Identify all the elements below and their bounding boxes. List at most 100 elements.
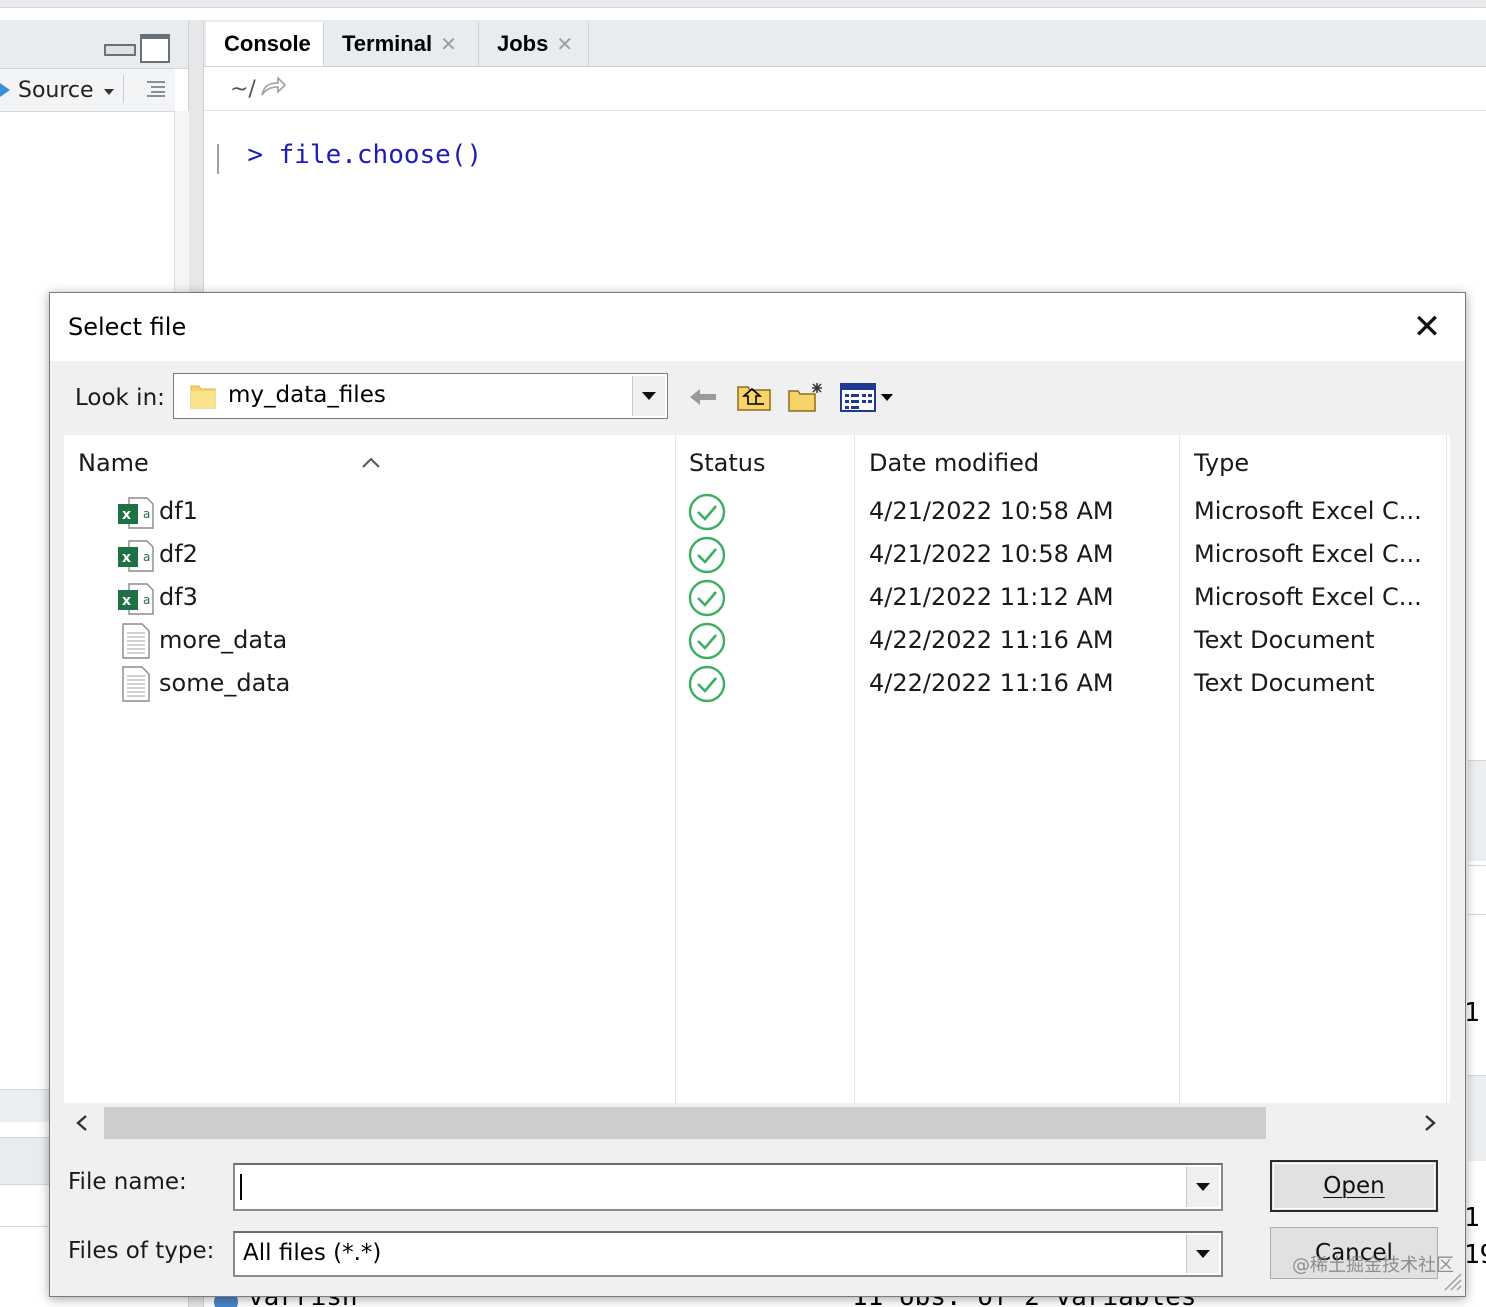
sync-status-ok-icon — [687, 664, 727, 709]
files-of-type-select[interactable]: All files (*.*) — [233, 1231, 1223, 1277]
minimize-pane-icon[interactable] — [104, 44, 136, 56]
sync-status-ok-icon — [687, 535, 727, 580]
sync-status-ok-icon — [687, 621, 727, 666]
look-in-combo[interactable]: my_data_files — [173, 373, 668, 419]
column-header-name[interactable]: Name — [64, 435, 675, 491]
maximize-pane-icon[interactable] — [140, 34, 170, 63]
console-command: file.choose() — [278, 140, 483, 170]
source-arrow-icon — [0, 83, 10, 97]
console-path: ~/ — [230, 77, 256, 102]
view-menu-icon[interactable] — [838, 377, 898, 417]
horizontal-scrollbar[interactable] — [64, 1105, 1450, 1141]
file-row[interactable]: ax df2 4/21/2022 10:58 AM Microsoft Exce… — [64, 534, 1446, 577]
open-button[interactable]: Open — [1270, 1160, 1438, 1212]
up-folder-icon[interactable] — [734, 377, 774, 417]
close-icon[interactable]: ✕ — [1405, 307, 1449, 347]
file-type: Microsoft Excel C... — [1194, 540, 1422, 568]
toolbar-divider — [123, 75, 124, 103]
file-name-label: File name: — [68, 1169, 187, 1195]
column-header-label: Name — [78, 449, 149, 477]
top-strip — [0, 0, 1486, 8]
tab-console[interactable]: Console — [206, 22, 324, 66]
file-date-modified: 4/22/2022 11:16 AM — [869, 669, 1114, 697]
column-header-label: Type — [1194, 449, 1250, 477]
folder-icon — [188, 381, 218, 416]
file-date-modified: 4/21/2022 10:58 AM — [869, 497, 1114, 525]
watermark: @稀土掘金技术社区 — [1292, 1255, 1454, 1276]
bg-text: 19 — [1464, 1240, 1486, 1270]
back-arrow-icon[interactable] — [686, 377, 720, 417]
sync-status-ok-icon — [687, 492, 727, 537]
chevron-left-icon[interactable] — [72, 1113, 92, 1138]
file-name: df3 — [159, 583, 198, 611]
svg-text:x: x — [122, 593, 131, 609]
chevron-down-icon[interactable] — [632, 376, 665, 416]
excel-file-icon: ax — [117, 582, 155, 621]
console-cursor — [217, 144, 219, 174]
file-name: more_data — [159, 626, 288, 654]
source-pane-header — [0, 20, 188, 69]
source-toolbar: Source — [0, 69, 175, 112]
tab-label: Jobs — [497, 31, 549, 56]
file-name-input[interactable] — [233, 1163, 1223, 1211]
tab-label: Terminal — [342, 31, 433, 56]
console-command-line: > file.choose() — [216, 110, 482, 170]
column-header-label: Status — [689, 449, 766, 477]
console-path-bar: ~/ — [204, 67, 1486, 111]
file-type: Text Document — [1194, 626, 1375, 654]
column-header-status[interactable]: Status — [675, 435, 854, 491]
sync-status-ok-icon — [687, 578, 727, 623]
svg-text:x: x — [122, 507, 131, 523]
close-tab-icon[interactable]: ✕ — [440, 34, 457, 56]
file-date-modified: 4/22/2022 11:16 AM — [869, 626, 1114, 654]
go-to-directory-icon[interactable] — [260, 76, 287, 102]
chevron-down-icon[interactable] — [1186, 1235, 1219, 1273]
scrollbar-thumb[interactable] — [104, 1107, 1266, 1139]
excel-file-icon: ax — [117, 539, 155, 578]
column-header-label: Date modified — [869, 449, 1040, 477]
file-name: df1 — [159, 497, 198, 525]
bg-text: 1 — [1464, 998, 1480, 1028]
file-type: Microsoft Excel C... — [1194, 497, 1422, 525]
column-header-type[interactable]: Type — [1180, 435, 1446, 491]
dialog-titlebar — [50, 293, 1465, 361]
file-date-modified: 4/21/2022 10:58 AM — [869, 540, 1114, 568]
file-row[interactable]: some_data 4/22/2022 11:16 AM Text Docume… — [64, 663, 1446, 706]
chevron-right-icon[interactable] — [1420, 1113, 1440, 1138]
look-in-value: my_data_files — [228, 382, 386, 408]
svg-text:a: a — [143, 550, 150, 564]
file-list-view[interactable]: Name Status Date modified Type ax df1 4/… — [64, 435, 1450, 1103]
bg-environment-row — [1468, 865, 1486, 914]
chevron-down-icon[interactable] — [1186, 1167, 1219, 1207]
file-date-modified: 4/21/2022 11:12 AM — [869, 583, 1114, 611]
column-header-date-modified[interactable]: Date modified — [855, 435, 1179, 491]
dialog-title: Select file — [68, 313, 187, 341]
column-separator — [1446, 435, 1447, 1103]
bg-environment-row — [1468, 760, 1486, 861]
text-file-icon — [121, 665, 151, 708]
outline-icon[interactable] — [145, 79, 167, 97]
file-row[interactable]: more_data 4/22/2022 11:16 AM Text Docume… — [64, 620, 1446, 663]
new-folder-icon[interactable] — [786, 377, 826, 417]
tab-terminal[interactable]: Terminal ✕ — [324, 22, 479, 66]
excel-file-icon: ax — [117, 496, 155, 535]
file-name: some_data — [159, 669, 291, 697]
console-prompt: > — [247, 140, 263, 170]
open-button-label: Open — [1323, 1173, 1385, 1199]
source-button[interactable]: Source — [18, 77, 94, 105]
tab-jobs[interactable]: Jobs ✕ — [479, 22, 589, 66]
bg-text: 1 — [1464, 1203, 1480, 1233]
text-cursor — [240, 1174, 242, 1200]
files-of-type-value: All files (*.*) — [243, 1240, 382, 1266]
bg-environment-row — [1468, 1075, 1486, 1161]
svg-text:a: a — [143, 593, 150, 607]
sort-ascending-icon — [361, 433, 381, 489]
close-tab-icon[interactable]: ✕ — [556, 34, 573, 56]
source-dropdown-icon[interactable] — [104, 89, 114, 95]
tab-label: Console — [224, 31, 311, 56]
select-file-dialog: Select file ✕ Look in: my_data_files Nam… — [49, 292, 1466, 1297]
file-row[interactable]: ax df1 4/21/2022 10:58 AM Microsoft Exce… — [64, 491, 1446, 534]
bg-environment-row — [1468, 914, 1486, 957]
file-row[interactable]: ax df3 4/21/2022 11:12 AM Microsoft Exce… — [64, 577, 1446, 620]
text-file-icon — [121, 622, 151, 665]
